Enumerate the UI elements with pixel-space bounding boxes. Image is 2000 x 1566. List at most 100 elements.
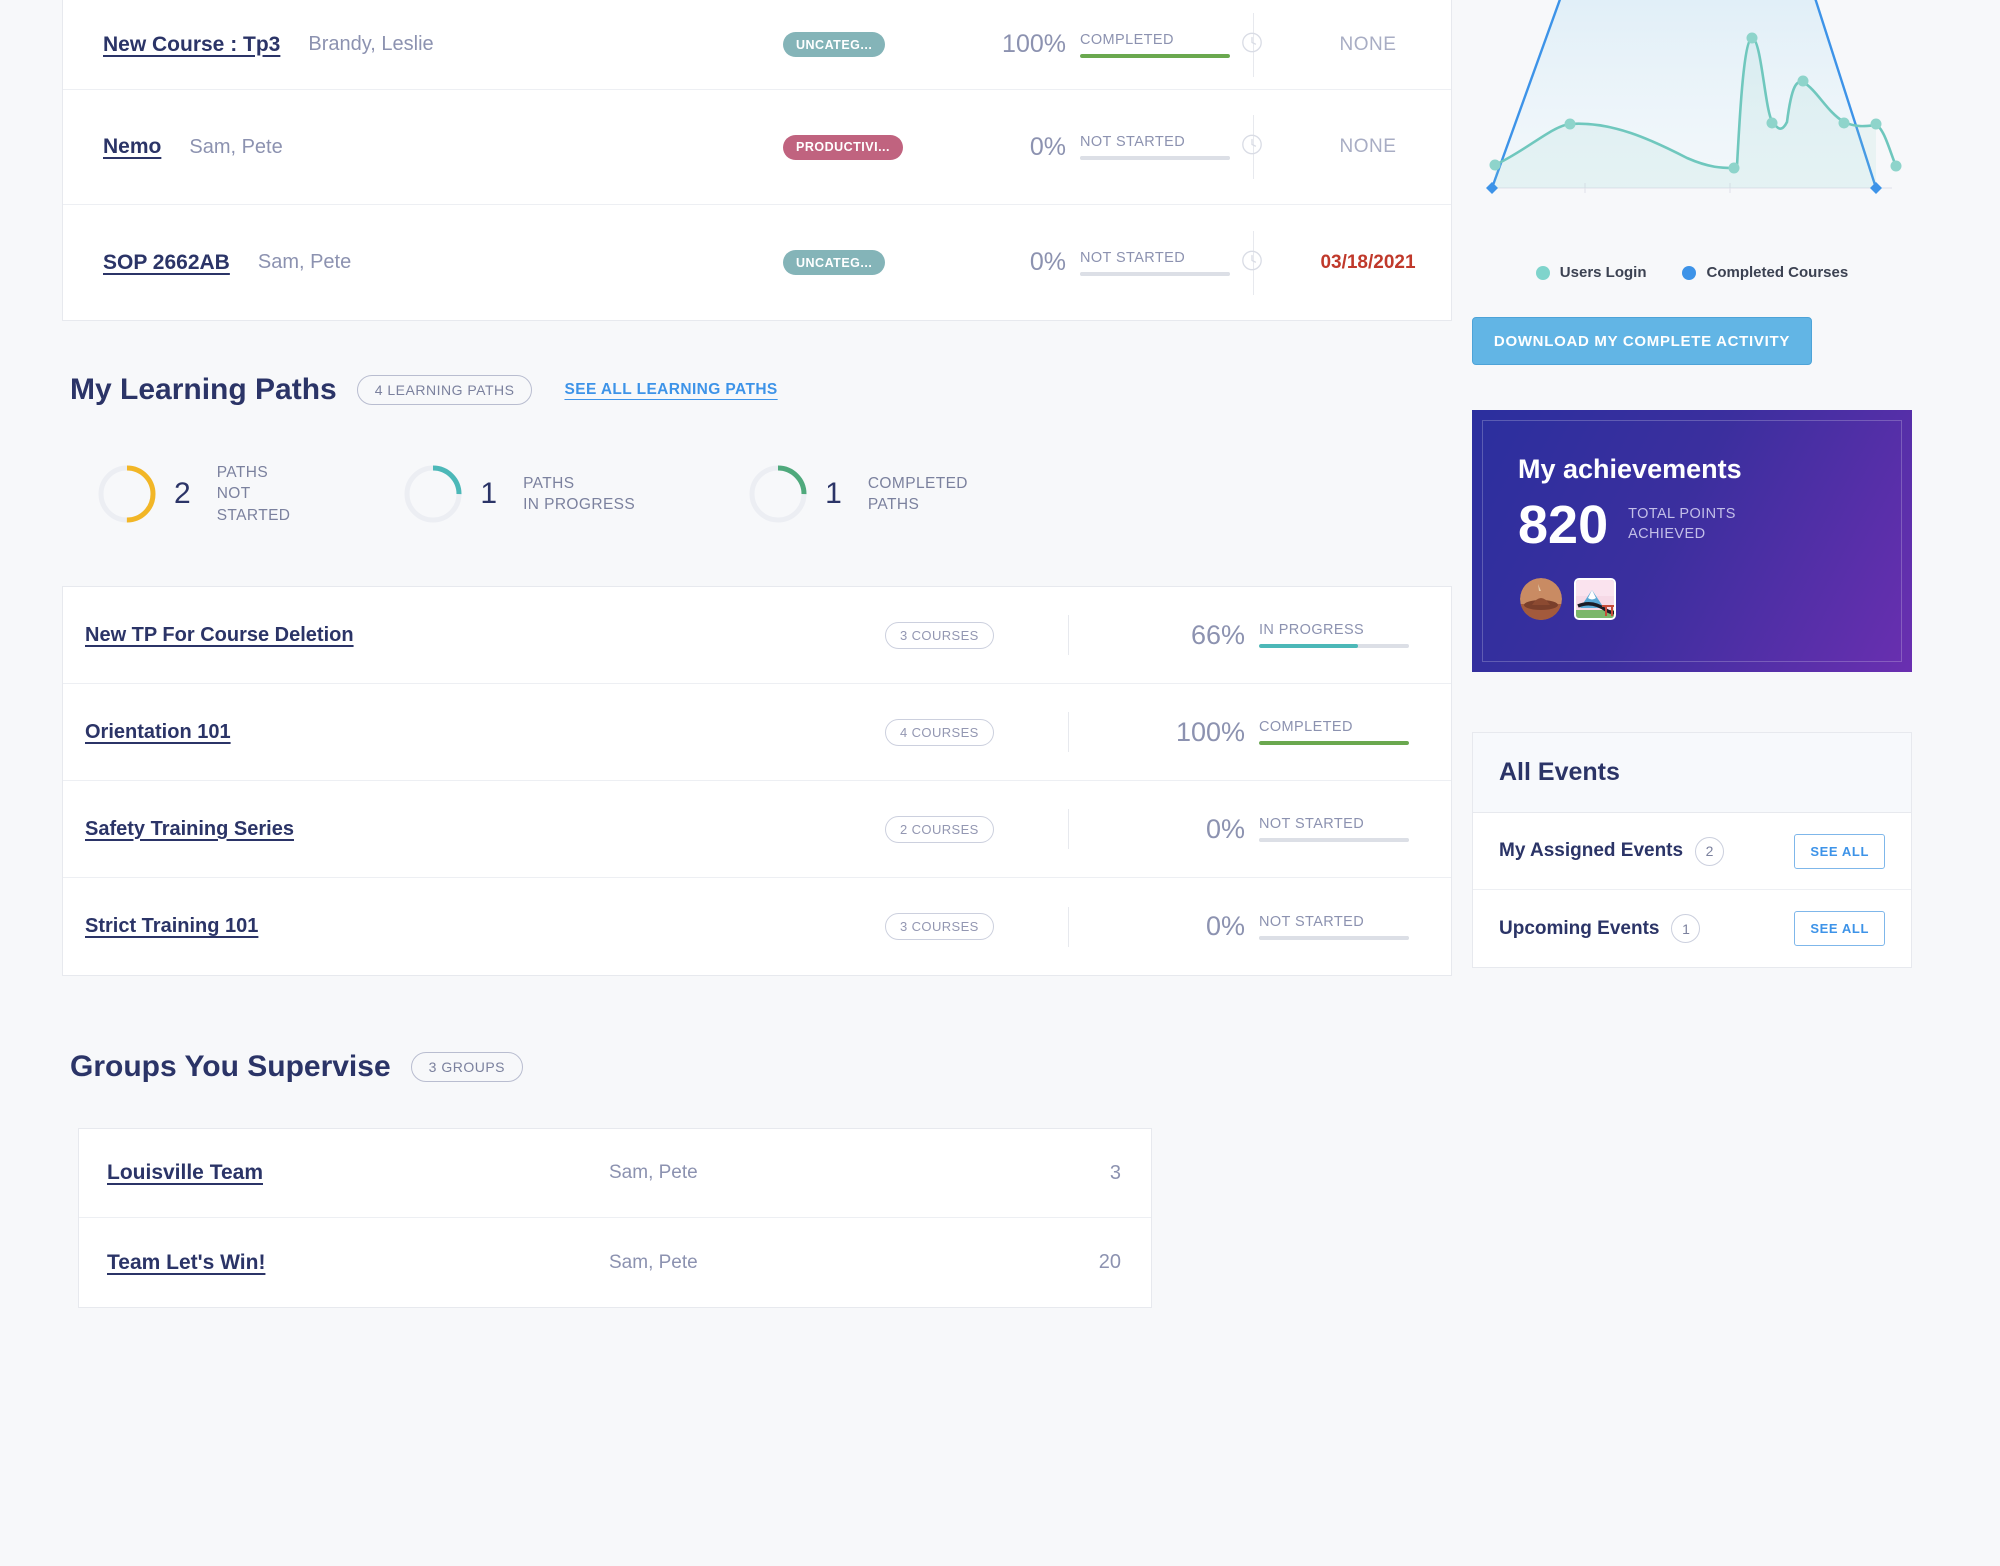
chart-legend: Users Login Completed Courses (1472, 264, 1912, 281)
learning-path-progress-track (1259, 838, 1409, 843)
course-owner: Sam, Pete (257, 251, 352, 273)
learning-path-row: Orientation 101 4 COURSES 100% COMPLETED (63, 684, 1451, 782)
learning-path-progress-stack: NOT STARTED (1259, 914, 1409, 940)
course-due-date: 03/18/2021 (1320, 251, 1416, 273)
learning-path-progress-fill (1259, 644, 1358, 649)
download-activity-button[interactable]: DOWNLOAD MY COMPLETE ACTIVITY (1472, 317, 1812, 365)
learning-path-status-label: NOT STARTED (1259, 913, 1365, 930)
learning-path-stat-label: COMPLETED PATHS (867, 474, 968, 514)
learning-path-stat-value: 2 (174, 477, 191, 511)
learning-path-progress: 100% COMPLETED (1163, 717, 1409, 748)
group-owner: Sam, Pete (609, 1162, 698, 1184)
course-progress-percent: 0% (1029, 248, 1066, 276)
group-name-link[interactable]: Team Let's Win! (107, 1251, 265, 1275)
learning-path-name-link[interactable]: New TP For Course Deletion (85, 624, 354, 647)
group-member-count: 3 (1109, 1161, 1121, 1184)
all-events-header: All Events (1473, 733, 1911, 813)
event-see-all-button[interactable]: SEE ALL (1794, 833, 1885, 869)
course-progress-track (1080, 156, 1230, 160)
event-see-all-button[interactable]: SEE ALL (1794, 911, 1885, 946)
learning-path-progress-fill (1259, 838, 1409, 843)
activity-chart: 6. Dec 13. Dec 20. Dec (1472, 0, 1912, 230)
course-progress-stack: COMPLETED (1080, 32, 1230, 58)
x-tick-0: 6. Dec (1547, 228, 1589, 230)
legend-label: Completed Courses (1706, 264, 1849, 281)
learning-path-percent: 100% (1175, 716, 1245, 747)
learning-path-course-count: 2 COURSES (885, 815, 994, 843)
learning-path-stat: 2 PATHS NOT STARTED (96, 462, 290, 526)
learning-path-status-label: COMPLETED (1259, 719, 1353, 736)
event-label: My Assigned Events (1499, 840, 1684, 861)
learning-path-name-link[interactable]: Orientation 101 (85, 721, 231, 744)
achievements-card: My achievements 820 TOTAL POINTS ACHIEVE… (1472, 410, 1912, 672)
learning-path-row: Safety Training Series 2 COURSES 0% NOT STA… (63, 781, 1451, 879)
course-name-link[interactable]: Nemo (103, 135, 161, 159)
legend-label: Users Login (1559, 264, 1647, 281)
achievements-points-row: 820 TOTAL POINTS ACHIEVED (1518, 498, 1736, 552)
see-all-learning-paths-link[interactable]: SEE ALL LEARNING PATHS (564, 381, 777, 399)
legend-item-completed-courses: Completed Courses (1682, 264, 1848, 281)
course-status-label: NOT STARTED (1080, 249, 1186, 266)
event-count-badge: 2 (1695, 836, 1725, 866)
hat-badge-icon[interactable] (1520, 578, 1562, 620)
learning-paths-title: My Learning Paths (70, 373, 337, 406)
course-progress-stack: NOT STARTED (1080, 250, 1230, 276)
row-divider (1068, 615, 1069, 656)
learning-path-percent: 0% (1205, 813, 1245, 844)
learning-path-progress-track (1259, 644, 1409, 649)
learning-path-progress: 0% NOT STARTED (1163, 911, 1409, 942)
learning-path-stat-value: 1 (825, 477, 842, 511)
learning-path-progress-stack: NOT STARTED (1259, 816, 1409, 843)
donut-chart-icon (98, 465, 156, 523)
course-progress: 0% NOT STARTED (988, 133, 1230, 162)
learning-paths-header: My Learning Paths 4 LEARNING PATHS SEE A… (62, 321, 1452, 407)
row-divider (1068, 906, 1069, 947)
learning-path-stat-label: PATHS IN PROGRESS (523, 474, 636, 514)
groups-title: Groups You Supervise (70, 1050, 391, 1084)
donut-chart-icon (749, 465, 807, 523)
achievements-points-label: TOTAL POINTS ACHIEVED (1628, 506, 1736, 542)
group-name-link[interactable]: Louisville Team (107, 1161, 263, 1185)
achievement-badges (1520, 578, 1616, 620)
learning-path-stat: 1 COMPLETED PATHS (747, 463, 968, 525)
learning-path-percent: 0% (1205, 911, 1245, 942)
event-row: Upcoming Events 1 SEE ALL (1473, 890, 1911, 967)
all-events-title: All Events (1499, 758, 1620, 786)
course-row: SOP 2662AB Sam, Pete UNCATEG... 0% NOT START… (63, 205, 1451, 320)
event-count-badge: 1 (1671, 914, 1701, 943)
learning-path-progress-stack: COMPLETED (1259, 719, 1409, 746)
groups-count-badge: 3 GROUPS (410, 1052, 523, 1083)
donut-chart-icon (404, 465, 462, 523)
event-row: My Assigned Events 2 SEE ALL (1473, 813, 1911, 890)
learning-path-percent: 66% (1190, 619, 1245, 650)
learning-path-stats: 2 PATHS NOT STARTED 1 PATHS IN PROGRESS 1 COM… (62, 407, 1452, 586)
course-progress-percent: 100% (1002, 30, 1066, 58)
course-progress-fill (1080, 53, 1230, 58)
row-divider (1068, 809, 1069, 850)
learning-path-row: New TP For Course Deletion 3 COURSES 66% IN… (63, 587, 1451, 685)
learning-path-status-label: NOT STARTED (1259, 816, 1365, 833)
legend-dot-icon (1535, 265, 1550, 280)
learning-path-status-label: IN PROGRESS (1259, 622, 1365, 639)
event-label: Upcoming Events (1499, 917, 1660, 939)
row-divider (1068, 712, 1069, 753)
course-status-label: NOT STARTED (1080, 134, 1186, 150)
achievements-title: My achievements (1518, 454, 1742, 484)
learning-path-name-link[interactable]: Strict Training 101 (85, 915, 258, 938)
course-name-link[interactable]: New Course : Tp3 (103, 33, 280, 57)
my-courses-card: New Course : Tp3 Brandy, Leslie UNCATEG...… (62, 0, 1452, 321)
course-owner: Brandy, Leslie (308, 33, 434, 55)
learning-paths-count-badge: 4 LEARNING PATHS (356, 375, 533, 405)
groups-header: Groups You Supervise 3 GROUPS (62, 976, 1452, 1084)
course-category-badge: UNCATEG... (783, 250, 886, 275)
learning-path-progress-fill (1259, 935, 1409, 940)
mountain-badge-icon[interactable] (1574, 578, 1616, 620)
clock-icon (1241, 249, 1263, 276)
course-name-link[interactable]: SOP 2662AB (103, 251, 230, 275)
course-progress-fill (1080, 156, 1230, 160)
right-sidebar: 6. Dec 13. Dec 20. Dec Users Login Compl… (1472, 0, 1912, 968)
group-row: Team Let's Win! Sam, Pete 20 (79, 1218, 1151, 1307)
learning-path-progress-track (1259, 935, 1409, 940)
clock-icon (1241, 134, 1263, 161)
learning-path-name-link[interactable]: Safety Training Series (85, 818, 294, 841)
